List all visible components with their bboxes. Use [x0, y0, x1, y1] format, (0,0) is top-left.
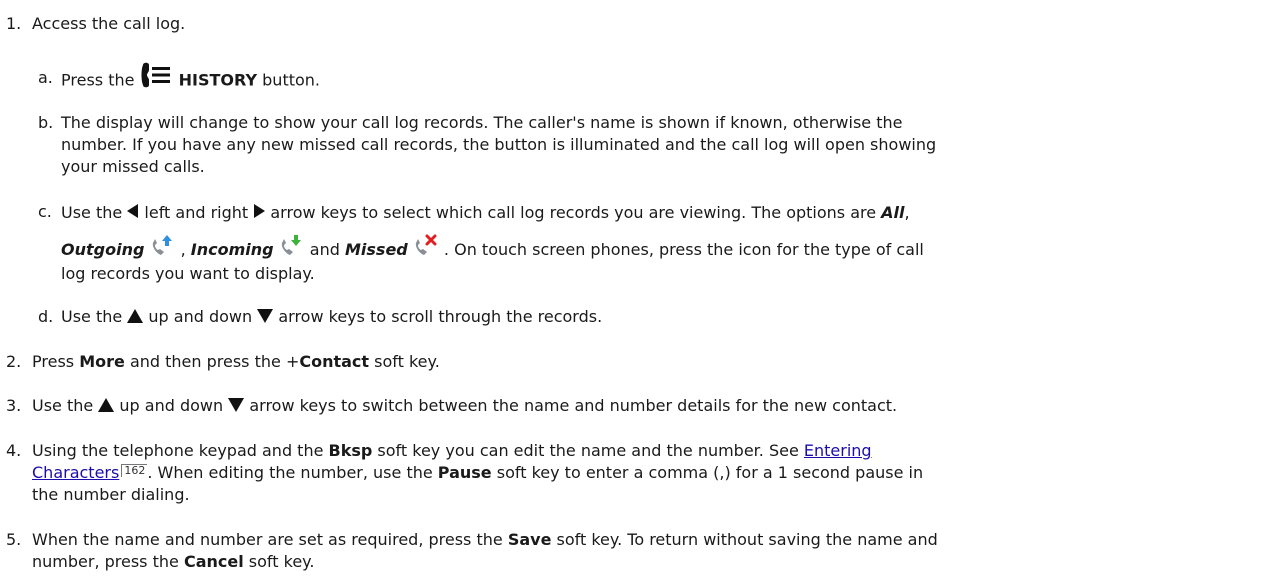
- text-segment: Use the: [32, 396, 99, 415]
- entering-characters-link[interactable]: Entering: [804, 441, 872, 460]
- text-segment: and then press the +: [124, 352, 300, 371]
- text-segment: Use the: [61, 307, 128, 326]
- substep-number: b.: [38, 113, 54, 132]
- option-all: All: [881, 203, 905, 222]
- save-key-label: Save: [507, 530, 552, 549]
- text-segment: ,: [904, 203, 910, 222]
- up-arrow-icon: [98, 397, 115, 412]
- substep-number: a.: [38, 68, 53, 87]
- text-segment: left and right: [139, 203, 254, 222]
- entering-characters-link[interactable]: Characters: [32, 463, 119, 482]
- text-segment: When the name and number are set as requ…: [32, 530, 508, 549]
- text-segment: up and down: [114, 396, 229, 415]
- text-segment: Using the telephone keypad and the: [32, 441, 329, 460]
- substep-text: The display will change to show your cal…: [61, 112, 1266, 178]
- outgoing-call-icon: [152, 234, 172, 255]
- text-line: number. If you have any new missed call …: [61, 135, 937, 154]
- text-segment: arrow keys to scroll through the records…: [273, 307, 603, 326]
- option-missed: Missed: [344, 240, 408, 259]
- substep-number: d.: [38, 307, 54, 326]
- substep-text: Use the left and right arrow keys to sel…: [61, 201, 1266, 286]
- text-segment: soft key.: [243, 552, 315, 571]
- more-key-label: More: [79, 352, 125, 371]
- step-number: 2.: [6, 352, 22, 371]
- substep-text: Press the HISTORY button.: [61, 62, 1266, 95]
- missed-call-icon: [415, 234, 437, 255]
- option-incoming: Incoming: [190, 240, 274, 259]
- text-segment: ,: [175, 240, 191, 259]
- text-line: the number dialing.: [32, 485, 190, 504]
- step-text: Using the telephone keypad and the Bksp …: [32, 440, 1268, 506]
- text-segment: arrow keys to select which call log reco…: [265, 203, 882, 222]
- step-text: When the name and number are set as requ…: [32, 529, 1268, 573]
- text-segment: . On touch screen phones, press the icon…: [438, 240, 924, 259]
- text-segment: soft key. To return without saving the n…: [551, 530, 938, 549]
- up-arrow-icon: [127, 308, 144, 323]
- step-text: Press More and then press the +Contact s…: [32, 351, 1268, 373]
- text-segment: Use the: [61, 203, 128, 222]
- link-text[interactable]: Entering: [804, 441, 872, 460]
- text-segment: soft key to enter a comma (,) for a 1 se…: [491, 463, 924, 482]
- bksp-key-label: Bksp: [328, 441, 373, 460]
- step-number: 1.: [6, 14, 22, 33]
- text-segment: soft key.: [369, 352, 440, 371]
- history-icon: [141, 62, 170, 88]
- substep-text: Use the up and down arrow keys to scroll…: [61, 306, 1266, 328]
- right-arrow-icon: [254, 203, 266, 218]
- down-arrow-icon: [257, 308, 274, 323]
- step-number: 3.: [6, 396, 22, 415]
- text-segment: Press the: [61, 70, 140, 90]
- step-number: 5.: [6, 530, 22, 549]
- step-number: 4.: [6, 441, 22, 460]
- text-line: The display will change to show your cal…: [61, 113, 903, 132]
- cancel-key-label: Cancel: [183, 552, 244, 571]
- text-segment: number, press the: [32, 552, 184, 571]
- text-segment: up and down: [143, 307, 258, 326]
- text-segment: button.: [257, 70, 321, 90]
- option-outgoing: Outgoing: [61, 240, 145, 259]
- page-reference-icon[interactable]: 162: [121, 464, 148, 477]
- text-segment: arrow keys to switch between the name an…: [244, 396, 898, 415]
- step-text: Use the up and down arrow keys to switch…: [32, 395, 1268, 417]
- text-segment: soft key you can edit the name and the n…: [372, 441, 804, 460]
- down-arrow-icon: [228, 397, 245, 412]
- text-segment: and: [304, 240, 345, 259]
- pause-key-label: Pause: [437, 463, 492, 482]
- text-segment: Press: [32, 352, 80, 371]
- contact-key-label: Contact: [299, 352, 370, 371]
- link-text[interactable]: Characters: [32, 463, 119, 482]
- call-log-instructions: 1. Access the call log. a. Press the HIS…: [0, 0, 1276, 579]
- text-line: your missed calls.: [61, 157, 205, 176]
- incoming-call-icon: [281, 234, 301, 255]
- history-label: HISTORY: [178, 70, 258, 90]
- left-arrow-icon: [127, 203, 139, 218]
- text-segment: . When editing the number, use the: [147, 463, 438, 482]
- substep-number: c.: [38, 202, 52, 221]
- text-line: log records you want to display.: [61, 264, 315, 283]
- step-text: Access the call log.: [32, 14, 186, 33]
